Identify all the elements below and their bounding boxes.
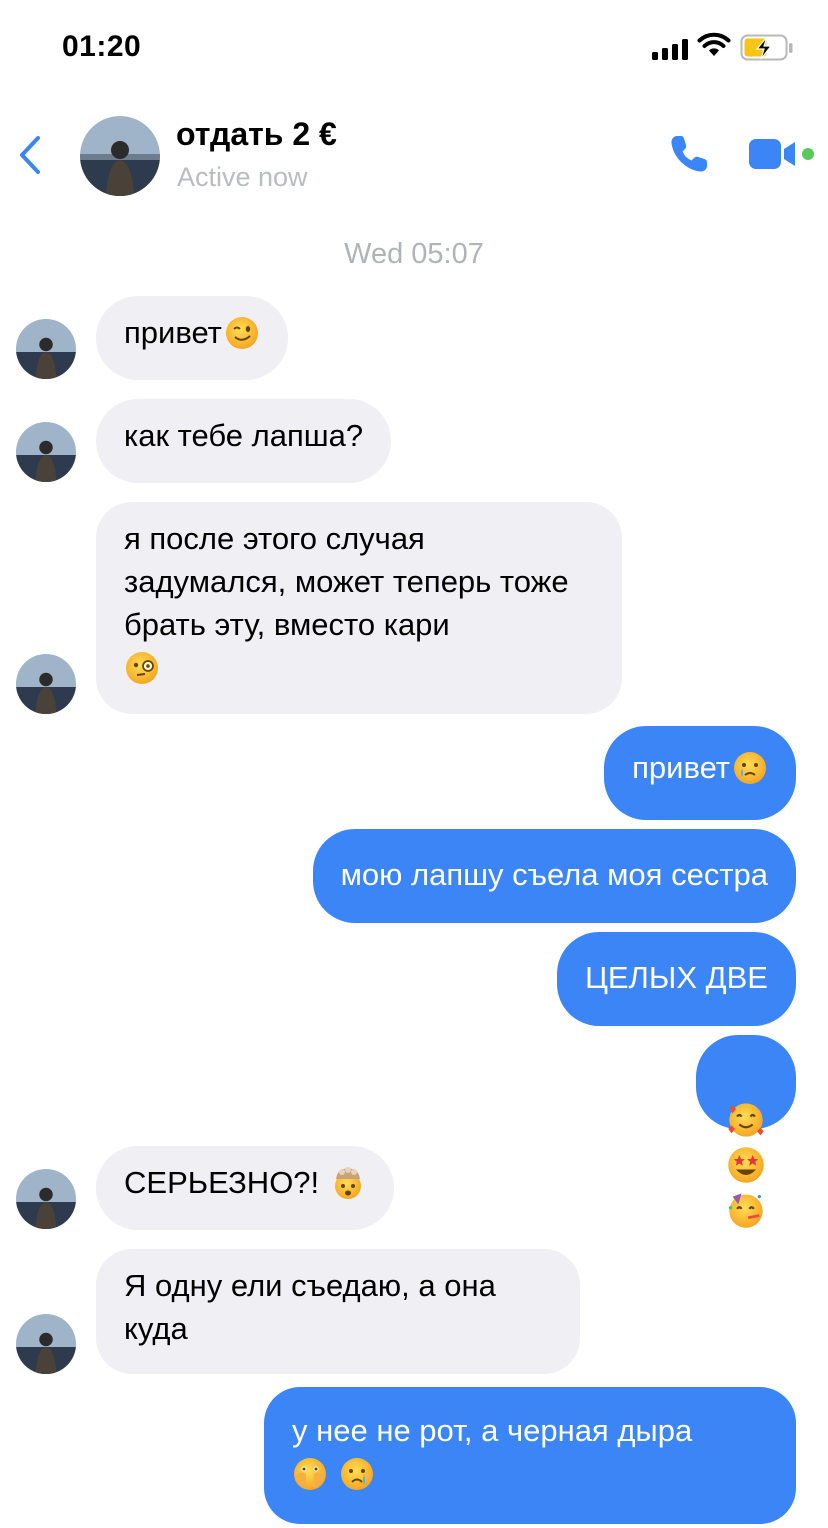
contact-avatar[interactable] bbox=[80, 116, 160, 196]
message-bubble-incoming[interactable]: СЕРЬЕЗНО?! bbox=[96, 1146, 394, 1230]
wifi-icon bbox=[697, 32, 731, 56]
winking-face-emoji-icon bbox=[225, 317, 258, 349]
smiling-face-with-hearts-emoji-icon bbox=[728, 1103, 764, 1137]
exploding-head-emoji-icon bbox=[334, 1167, 361, 1199]
message-bubble-outgoing[interactable]: мою лапшу съела моя сестра bbox=[312, 829, 796, 923]
crying-face-emoji-icon bbox=[734, 752, 766, 784]
face-with-monocle-emoji-icon bbox=[126, 652, 158, 684]
message-bubble-incoming[interactable]: привет bbox=[96, 296, 288, 380]
contact-name[interactable]: отдать 2 € bbox=[176, 116, 337, 153]
message-text: привет bbox=[632, 750, 730, 785]
status-time: 01:20 bbox=[62, 30, 142, 63]
sender-avatar[interactable] bbox=[16, 1169, 76, 1229]
message-bubble-incoming[interactable]: я после этого случая задумался, может те… bbox=[96, 502, 622, 714]
battery-charging-icon bbox=[740, 34, 793, 61]
message-text: мою лапшу съела моя сестра bbox=[340, 857, 768, 892]
crying-face-emoji-icon bbox=[340, 1458, 373, 1490]
message-bubble-outgoing[interactable] bbox=[696, 1035, 796, 1228]
message-text: ЦЕЛЫХ ДВЕ bbox=[584, 960, 768, 995]
video-camera-icon[interactable] bbox=[748, 138, 800, 170]
face-with-hand-over-mouth-emoji-icon bbox=[294, 1458, 326, 1490]
presence-status: Active now bbox=[177, 162, 308, 192]
sender-avatar[interactable] bbox=[16, 654, 76, 714]
message-text: СЕРЬЕЗНО?! bbox=[124, 1165, 320, 1200]
cellular-signal-icon bbox=[652, 38, 688, 60]
partying-face-emoji-icon bbox=[728, 1193, 763, 1228]
message-bubble-outgoing[interactable]: у нее не рот, а черная дыра bbox=[264, 1387, 796, 1524]
message-bubble-outgoing[interactable]: привет bbox=[604, 726, 796, 820]
message-bubble-outgoing[interactable]: ЦЕЛЫХ ДВЕ bbox=[556, 932, 796, 1026]
online-indicator bbox=[802, 148, 814, 160]
message-text: привет bbox=[124, 315, 222, 350]
star-struck-emoji-icon bbox=[728, 1147, 764, 1183]
phone-icon[interactable] bbox=[668, 133, 710, 175]
sender-avatar[interactable] bbox=[16, 319, 76, 379]
message-text: я после этого случая задумался, может те… bbox=[124, 521, 569, 642]
message-text: как тебе лапша? bbox=[124, 418, 364, 453]
sender-avatar[interactable] bbox=[16, 422, 76, 482]
message-bubble-incoming[interactable]: Я одну ели съедаю, а она куда bbox=[96, 1249, 580, 1374]
back-chevron-icon[interactable] bbox=[16, 134, 44, 176]
message-text: у нее не рот, а черная дыра bbox=[292, 1413, 693, 1448]
message-text: Я одну ели съедаю, а она куда bbox=[124, 1268, 496, 1346]
message-bubble-incoming[interactable]: как тебе лапша? bbox=[96, 399, 392, 483]
date-separator: Wed 05:07 bbox=[344, 238, 484, 270]
sender-avatar[interactable] bbox=[16, 1314, 76, 1374]
